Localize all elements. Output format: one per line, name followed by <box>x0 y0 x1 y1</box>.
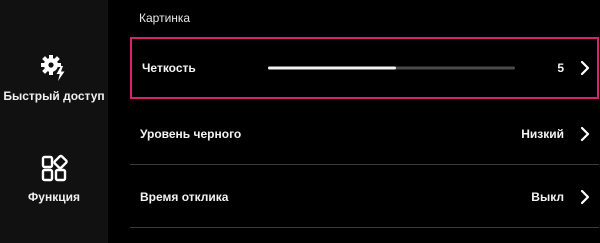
slider-fill <box>268 66 397 70</box>
setting-label: Четкость <box>142 61 196 75</box>
sidebar-item-label: Функция <box>28 190 80 204</box>
sharpness-slider[interactable] <box>268 66 515 70</box>
setting-row-black-level[interactable]: Уровень черного Низкий <box>130 103 599 165</box>
sidebar-item-function[interactable]: Функция <box>0 153 108 204</box>
grid-function-icon <box>41 154 68 182</box>
section-title: Картинка <box>139 11 191 25</box>
gear-bolt-icon <box>41 55 65 81</box>
setting-value: Низкий <box>521 126 564 141</box>
setting-value: Выкл <box>531 189 564 204</box>
chevron-right-icon <box>580 126 590 141</box>
setting-label: Время отклика <box>140 189 229 204</box>
settings-panel: Картинка Четкость 5 Уровень черного Низк… <box>108 0 600 243</box>
chevron-right-icon <box>580 60 590 76</box>
setting-row-response-time[interactable]: Время отклика Выкл <box>130 166 599 228</box>
sidebar: Быстрый доступ Функция <box>0 0 108 243</box>
setting-label: Уровень черного <box>140 126 242 141</box>
chevron-right-icon <box>580 189 590 204</box>
sidebar-item-quick-access[interactable]: Быстрый доступ <box>0 52 108 103</box>
sidebar-item-label: Быстрый доступ <box>3 89 105 103</box>
setting-value: 5 <box>557 61 564 75</box>
setting-row-sharpness[interactable]: Четкость 5 <box>130 37 599 99</box>
